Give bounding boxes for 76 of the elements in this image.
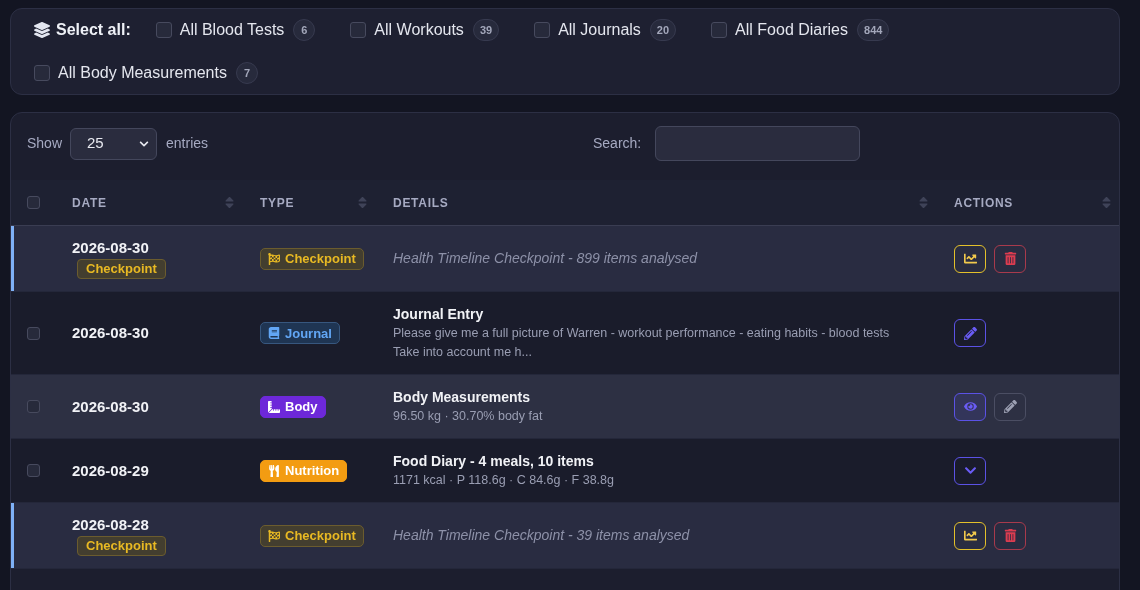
trash-icon bbox=[1003, 529, 1017, 542]
type-label: Body bbox=[285, 400, 318, 413]
type-label: Checkpoint bbox=[285, 252, 356, 265]
column-header[interactable]: DATE bbox=[56, 180, 244, 225]
chart-button[interactable] bbox=[954, 521, 986, 550]
column-header[interactable]: TYPE bbox=[244, 180, 377, 225]
count-badge: 39 bbox=[472, 19, 500, 41]
checkbox[interactable] bbox=[534, 22, 551, 38]
delete-button[interactable] bbox=[994, 244, 1026, 273]
checkpoint-tag: Checkpoint bbox=[77, 259, 166, 279]
column-header[interactable]: ACTIONS bbox=[938, 180, 1121, 225]
entry-date: 2026-08-30 bbox=[72, 323, 149, 343]
entry-title: Journal Entry bbox=[393, 305, 484, 324]
view-button[interactable] bbox=[954, 392, 986, 421]
layers-icon bbox=[34, 22, 50, 38]
entry-date: 2026-08-29 bbox=[72, 460, 149, 481]
checkbox[interactable] bbox=[711, 22, 728, 38]
chevron-down-icon bbox=[139, 138, 150, 149]
option-label: All Blood Tests bbox=[179, 20, 285, 40]
search-label: Search: bbox=[593, 134, 642, 153]
checkered-flag-icon bbox=[268, 252, 280, 265]
trash-icon bbox=[1003, 252, 1017, 265]
search-field[interactable] bbox=[655, 126, 861, 161]
pencil-icon bbox=[963, 326, 977, 340]
type-label: Nutrition bbox=[285, 464, 340, 477]
utensils-icon bbox=[268, 464, 280, 477]
checkered-flag-icon bbox=[268, 529, 280, 542]
sort-icon bbox=[358, 195, 367, 210]
option-label: All Workouts bbox=[374, 20, 464, 40]
pencil-icon bbox=[1003, 400, 1017, 413]
checkbox[interactable] bbox=[27, 326, 40, 340]
checkbox[interactable] bbox=[155, 22, 172, 38]
entry-title: Food Diary - 4 meals, 10 items bbox=[393, 452, 594, 471]
eye-icon bbox=[963, 400, 977, 413]
count-badge: 844 bbox=[857, 19, 890, 41]
checkbox[interactable] bbox=[27, 400, 40, 413]
entry-summary: Please give me a full picture of Warren - workout performance - eating habits - blood tests Take into account me h... bbox=[393, 325, 890, 361]
sort-icon bbox=[1102, 195, 1111, 210]
count-badge: 6 bbox=[293, 19, 316, 41]
line-chart-icon bbox=[963, 252, 977, 265]
type-label: Journal bbox=[285, 326, 332, 340]
ruler-icon bbox=[268, 400, 280, 413]
line-chart-icon bbox=[963, 529, 977, 542]
delete-button[interactable] bbox=[994, 521, 1026, 550]
entry-date: 2026-08-28 bbox=[72, 515, 149, 535]
edit-button[interactable] bbox=[954, 319, 986, 347]
checkbox[interactable] bbox=[350, 22, 367, 38]
checkbox[interactable] bbox=[27, 464, 40, 477]
expand-button[interactable] bbox=[954, 456, 986, 485]
checkbox[interactable] bbox=[34, 65, 50, 81]
edit-button[interactable] bbox=[994, 392, 1026, 421]
select-all-label: Select all: bbox=[56, 20, 131, 40]
entries-label: entries bbox=[166, 134, 209, 153]
type-label: Checkpoint bbox=[285, 529, 356, 542]
checkpoint-summary: Health Timeline Checkpoint - 39 items analysed bbox=[393, 526, 690, 545]
checkbox[interactable] bbox=[27, 196, 40, 209]
option-label: All Body Measurements bbox=[58, 63, 227, 83]
book-icon bbox=[268, 327, 280, 339]
entry-date: 2026-08-30 bbox=[72, 396, 149, 417]
option-label: All Journals bbox=[558, 20, 641, 40]
option-label: All Food Diaries bbox=[735, 20, 848, 40]
show-label: Show bbox=[27, 134, 63, 153]
count-badge: 7 bbox=[235, 62, 258, 84]
page-size-select[interactable]: 25 bbox=[70, 127, 158, 160]
count-badge: 20 bbox=[649, 19, 677, 41]
column-header[interactable]: DETAILS bbox=[377, 180, 938, 225]
entry-summary: 96.50 kg · 30.70% body fat bbox=[393, 408, 543, 425]
entry-date: 2026-08-30 bbox=[72, 238, 149, 258]
checkpoint-tag: Checkpoint bbox=[77, 536, 166, 556]
entry-title: Body Measurements bbox=[393, 388, 530, 407]
entry-summary: 1171 kcal · P 118.6g · C 84.6g · F 38.8g bbox=[393, 472, 614, 489]
chevron-down-icon bbox=[963, 464, 977, 477]
sort-icon bbox=[225, 195, 234, 210]
chart-button[interactable] bbox=[954, 244, 986, 273]
sort-icon bbox=[919, 195, 928, 210]
checkpoint-summary: Health Timeline Checkpoint - 899 items analysed bbox=[393, 249, 698, 268]
